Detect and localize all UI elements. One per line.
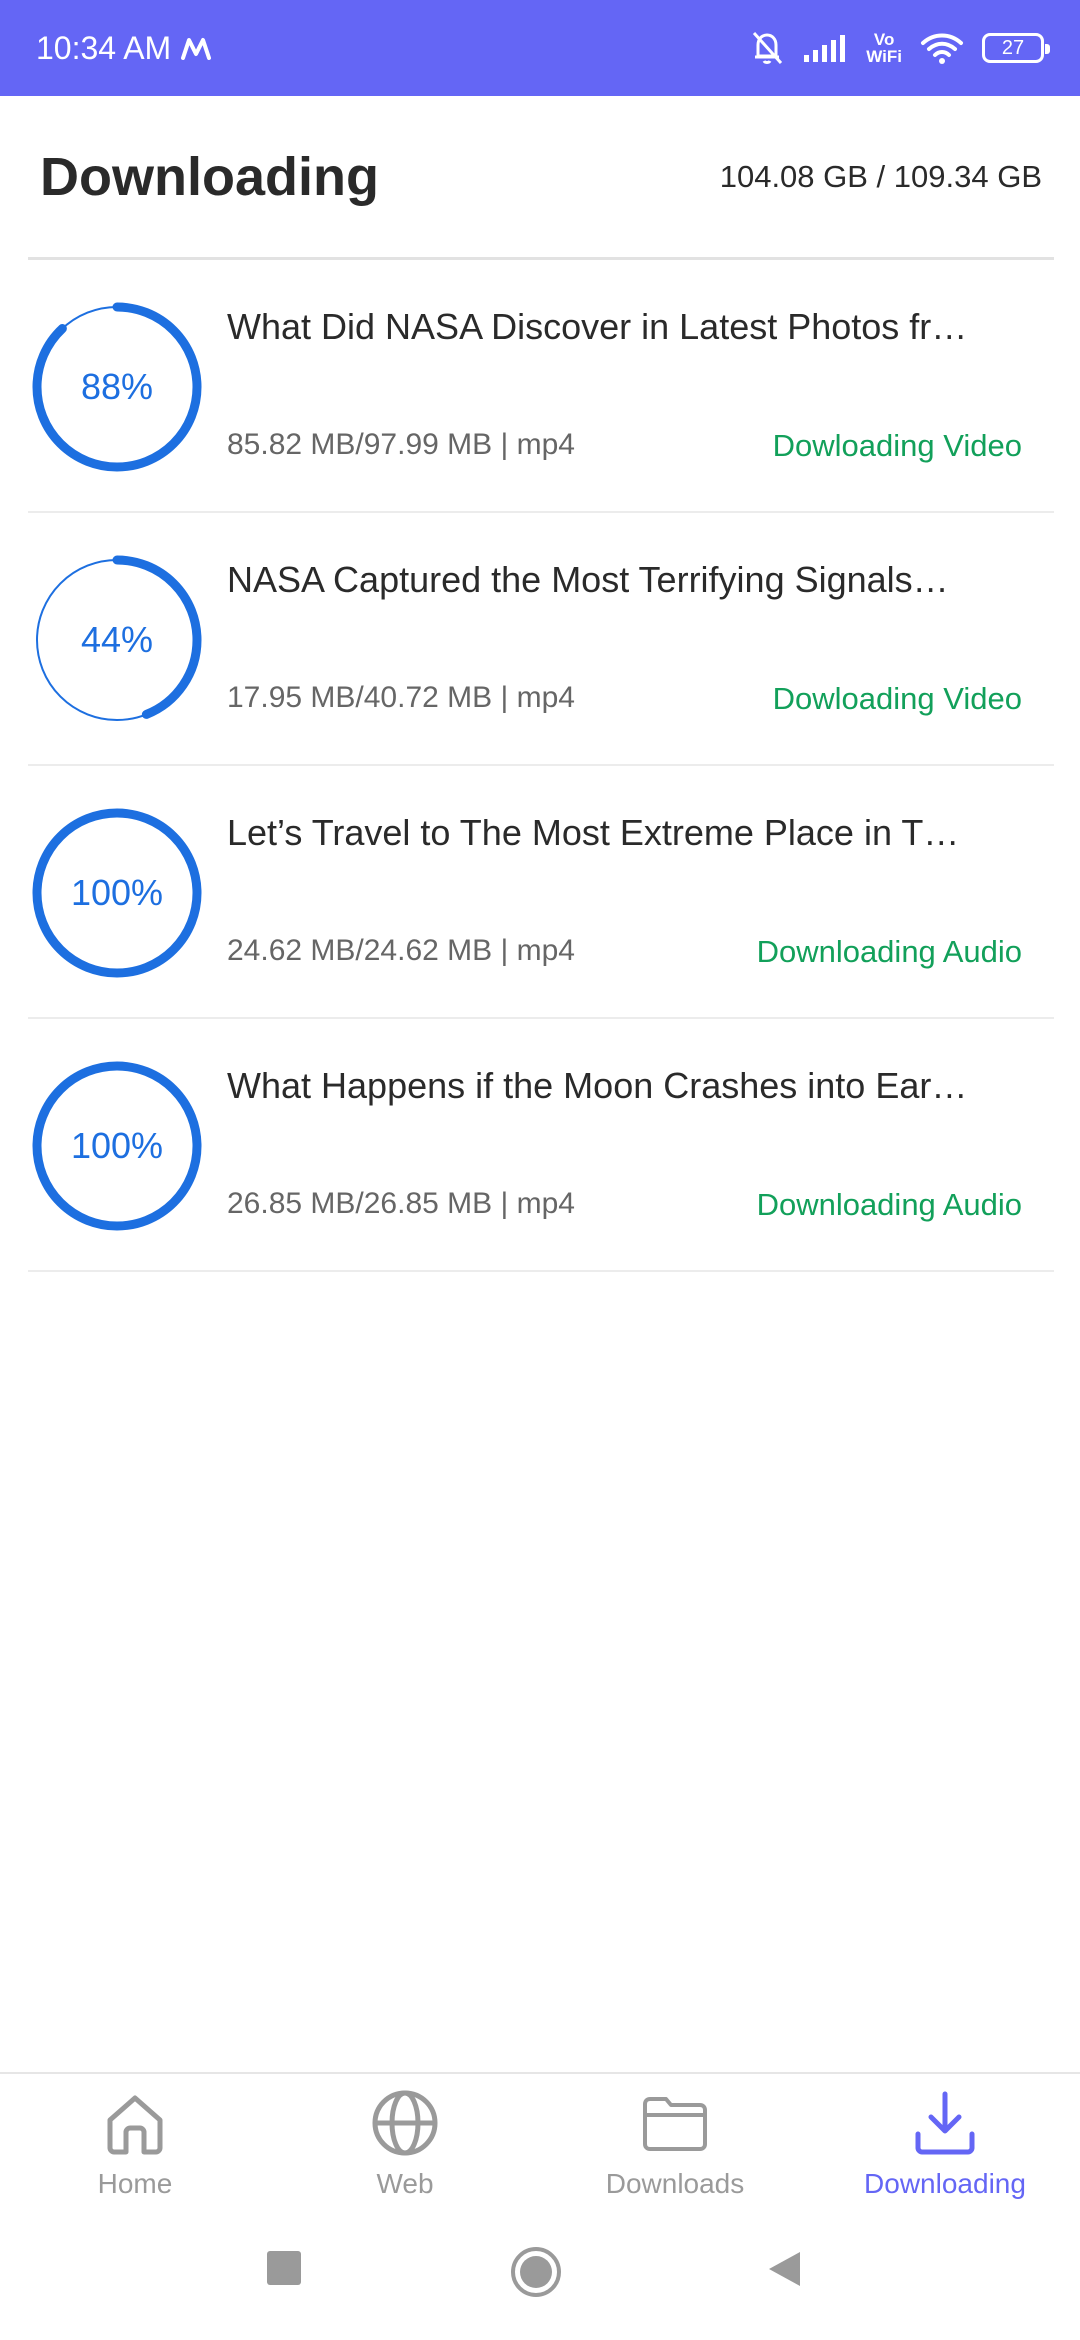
download-icon: [915, 2091, 975, 2155]
storage-usage: 104.08 GB / 109.34 GB: [719, 158, 1042, 194]
nav-label: Downloading: [864, 2168, 1026, 2199]
nav-home[interactable]: Home: [0, 2074, 270, 2214]
download-status: Dowloading Video: [772, 428, 1022, 463]
status-left: 10:34 AM: [36, 29, 212, 67]
nav-downloads[interactable]: Downloads: [540, 2074, 810, 2214]
download-title: Let’s Travel to The Most Extreme Place i…: [227, 812, 960, 853]
status-time: 10:34 AM: [36, 29, 172, 66]
bottom-nav: Home Web Downloads Downloading: [0, 2072, 1080, 2214]
home-icon: [107, 2095, 163, 2155]
nav-label: Home: [97, 2168, 173, 2199]
header: Downloading 104.08 GB / 109.34 GB: [28, 96, 1054, 260]
vowifi-bottom: WiFi: [866, 47, 902, 66]
nav-label: Web: [376, 2168, 434, 2199]
status-bar: 10:34 AM Vo WiFi 27: [0, 0, 1080, 96]
m-app-icon: [181, 38, 212, 60]
download-title: What Happens if the Moon Crashes into Ea…: [227, 1065, 968, 1106]
download-status: Dowloading Video: [772, 681, 1022, 716]
progress-percent: 100%: [70, 1125, 164, 1166]
battery-level: 27: [1001, 36, 1025, 59]
download-size: 26.85 MB/26.85 MB | mp4: [227, 1187, 575, 1220]
progress-percent: 88%: [80, 366, 154, 407]
page-title: Downloading: [40, 146, 379, 207]
vowifi-icon: Vo WiFi: [866, 31, 902, 65]
globe-icon: [372, 2090, 438, 2156]
nav-web[interactable]: Web: [270, 2074, 540, 2214]
battery-icon: 27: [982, 33, 1050, 63]
download-item[interactable]: 88% What Did NASA Discover in Latest Pho…: [28, 260, 1054, 513]
download-size: 85.82 MB/97.99 MB | mp4: [227, 428, 575, 461]
vowifi-top: Vo: [873, 30, 895, 49]
folder-icon: [643, 2097, 707, 2151]
progress-percent: 44%: [80, 619, 154, 660]
download-size: 24.62 MB/24.62 MB | mp4: [227, 934, 575, 967]
signal-icon: [804, 35, 846, 62]
progress-percent: 100%: [70, 872, 164, 913]
download-list: 88% What Did NASA Discover in Latest Pho…: [28, 260, 1054, 1272]
download-item[interactable]: 100% What Happens if the Moon Crashes in…: [28, 1019, 1054, 1272]
recents-square-icon[interactable]: [266, 2250, 302, 2286]
bell-muted-icon: [753, 31, 783, 65]
home-circle-icon[interactable]: [510, 2246, 562, 2298]
nav-label: Downloads: [605, 2168, 745, 2199]
download-title: What Did NASA Discover in Latest Photos …: [227, 306, 968, 347]
back-triangle-icon[interactable]: [766, 2250, 802, 2288]
wifi-icon: [921, 33, 963, 64]
download-item[interactable]: 44% NASA Captured the Most Terrifying Si…: [28, 513, 1054, 766]
status-right: Vo WiFi 27: [750, 30, 1050, 66]
nav-downloading[interactable]: Downloading: [810, 2074, 1080, 2214]
download-size: 17.95 MB/40.72 MB | mp4: [227, 681, 575, 714]
download-status: Downloading Audio: [756, 1187, 1022, 1222]
download-title: NASA Captured the Most Terrifying Signal…: [227, 559, 949, 600]
download-item[interactable]: 100% Let’s Travel to The Most Extreme Pl…: [28, 766, 1054, 1019]
download-status: Downloading Audio: [756, 934, 1022, 969]
system-nav-bar: [0, 2212, 1080, 2340]
